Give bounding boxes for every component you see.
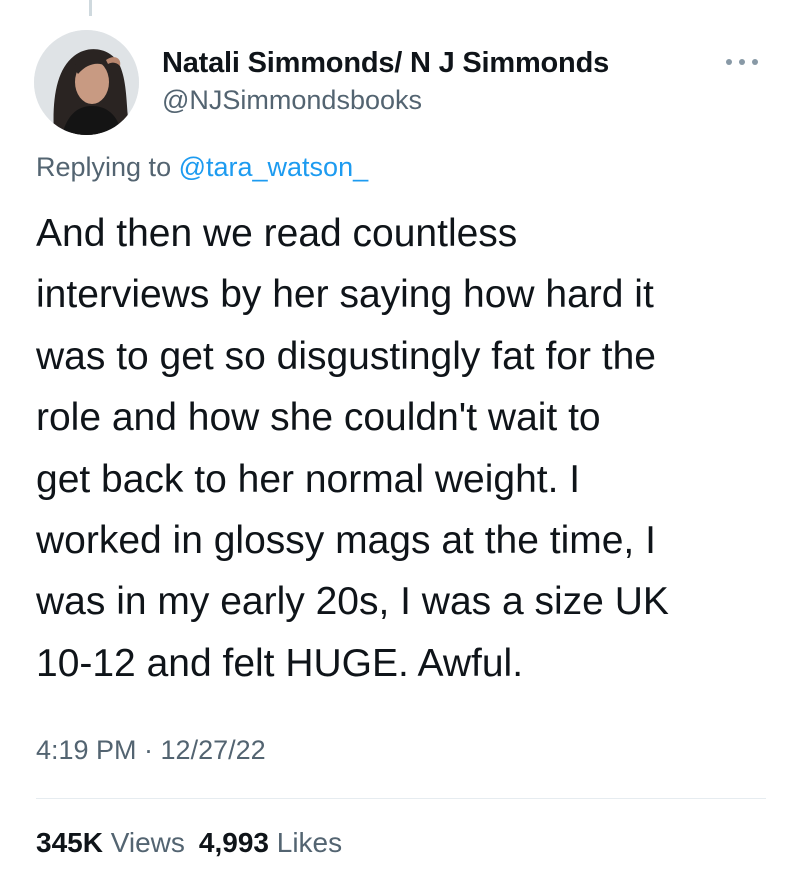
likes-label: Likes	[276, 827, 343, 858]
author-display-name[interactable]: Natali Simmonds/ N J Simmonds	[162, 46, 609, 80]
author-names: Natali Simmonds/ N J Simmonds @NJSimmond…	[162, 46, 609, 116]
tweet-text-line: role and how she couldn't wait to	[36, 396, 601, 440]
replying-to-label: Replying to	[36, 152, 179, 182]
tweet-text-line: interviews by her saying how hard it	[36, 273, 654, 317]
tweet-timestamp[interactable]: 4:19 PM · 12/27/22	[36, 733, 266, 767]
tweet-text-line: was in my early 20s, I was a size UK	[36, 580, 669, 624]
tweet-header: Natali Simmonds/ N J Simmonds @NJSimmond…	[34, 30, 766, 135]
thread-connector-line	[89, 0, 92, 16]
tweet-text: And then we read countless interviews by…	[36, 203, 766, 694]
more-horizontal-icon[interactable]	[726, 52, 758, 72]
more-dot	[726, 59, 732, 65]
author-handle[interactable]: @NJSimmondsbooks	[162, 84, 609, 116]
avatar[interactable]	[34, 30, 139, 135]
views-label: Views	[110, 827, 185, 858]
views-stat[interactable]: 345K Views	[36, 827, 185, 858]
divider	[36, 798, 766, 799]
views-count: 345K	[36, 827, 103, 858]
likes-count: 4,993	[198, 827, 269, 858]
tweet-text-line: worked in glossy mags at the time, I	[36, 519, 656, 563]
more-dot	[739, 59, 745, 65]
replying-to-handle-link[interactable]: @tara_watson_	[179, 152, 369, 182]
tweet-text-line: was to get so disgustingly fat for the	[36, 334, 657, 378]
replying-to: Replying to @tara_watson_	[36, 150, 368, 184]
tweet-text-line: 10-12 and felt HUGE. Awful.	[36, 641, 524, 685]
tweet-stats: 345K Views 4,993 Likes	[36, 826, 342, 860]
avatar-photo	[34, 30, 139, 135]
likes-stat[interactable]: 4,993 Likes	[199, 827, 342, 858]
more-dot	[752, 59, 758, 65]
tweet-text-line: get back to her normal weight. I	[36, 457, 581, 501]
tweet-text-line: And then we read countless	[36, 212, 518, 255]
